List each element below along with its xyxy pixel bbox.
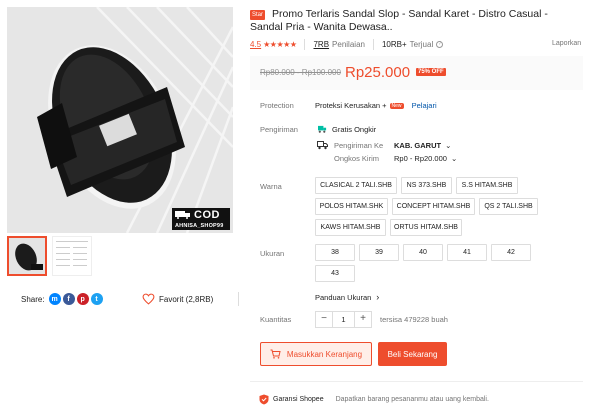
facebook-icon[interactable]: f — [62, 293, 75, 305]
chevron-down-icon: ⌄ — [450, 154, 458, 163]
rating-stars-icon: ★★★★★ — [263, 39, 297, 49]
buy-now-button[interactable]: Beli Sekarang — [378, 342, 447, 366]
new-tag: New — [389, 103, 404, 110]
price-box: Rp80.000 - Rp100.000 Rp25.000 75% OFF — [250, 56, 583, 90]
color-option[interactable]: NS 373.SHB — [401, 177, 452, 194]
truck-icon — [317, 141, 328, 150]
quantity-label: Kuantitas — [260, 315, 292, 324]
favorite-button[interactable]: Favorit (2,8RB) — [142, 292, 213, 306]
ship-to-label: Pengiriman Ke — [334, 141, 384, 150]
stock-text: tersisa 479228 buah — [380, 315, 448, 324]
cod-badge: COD AHNISA_SHOP99 — [172, 208, 230, 230]
color-option[interactable]: KAWS HITAM.SHB — [315, 219, 386, 236]
color-option[interactable]: CLASICAL 2 TALI.SHB — [315, 177, 397, 194]
info-icon[interactable]: ? — [436, 40, 444, 48]
color-option[interactable]: POLOS HITAM.SHK — [315, 198, 388, 215]
size-option[interactable]: 43 — [315, 265, 355, 282]
color-label: Warna — [260, 182, 282, 191]
cart-icon — [270, 349, 281, 359]
size-option[interactable]: 42 — [491, 244, 531, 261]
size-option[interactable]: 41 — [447, 244, 487, 261]
free-shipping-row: Gratis Ongkir — [318, 125, 376, 134]
increase-button[interactable]: + — [355, 312, 371, 327]
ratings-label: Penilaian — [332, 39, 365, 49]
size-option[interactable]: 38 — [315, 244, 355, 261]
favorite-label: Favorit (2,8RB) — [159, 294, 214, 304]
star-seller-badge: Star — [250, 10, 266, 20]
shipping-cost-label: Ongkos Kirim — [334, 154, 380, 163]
color-option[interactable]: QS 2 TALI.SHB — [479, 198, 538, 215]
share-divider — [238, 292, 239, 306]
messenger-icon[interactable]: m — [48, 293, 61, 305]
quantity-input[interactable]: 1 — [332, 312, 355, 327]
discount-badge: 75% OFF — [416, 68, 446, 76]
buy-now-label: Beli Sekarang — [387, 349, 438, 359]
protection-label: Protection — [260, 101, 294, 110]
product-main-image[interactable]: COD AHNISA_SHOP99 — [7, 7, 233, 233]
original-price: Rp80.000 - Rp100.000 — [260, 68, 341, 77]
add-to-cart-button[interactable]: Masukkan Keranjang — [260, 342, 372, 366]
product-title: Promo Terlaris Sandal Slop - Sandal Kare… — [250, 8, 548, 33]
heart-icon — [142, 293, 155, 305]
sandal-photo — [7, 7, 233, 233]
size-guide-label: Panduan Ukuran — [315, 292, 372, 302]
ship-to-dropdown[interactable]: KAB. GARUT ⌄ — [394, 141, 451, 150]
rating-row: 4.5 ★★★★★ 7RB Penilaian 10RB+ Terjual ? — [250, 38, 444, 50]
report-link[interactable]: Laporkan — [552, 40, 581, 47]
ship-to-value: KAB. GARUT — [394, 141, 442, 150]
thumbnail-1[interactable] — [7, 236, 47, 276]
share-label: Share: — [21, 294, 45, 304]
color-option[interactable]: S.S HITAM.SHB — [456, 177, 518, 194]
sold-separator — [372, 38, 374, 50]
quantity-stepper: − 1 + — [315, 311, 372, 328]
shipping-label: Pengiriman — [260, 125, 298, 134]
pinterest-icon[interactable]: p — [76, 293, 89, 305]
size-guide-link[interactable]: Panduan Ukuran › — [315, 292, 379, 302]
color-option[interactable]: CONCEPT HITAM.SHB — [392, 198, 475, 215]
shipping-cost-value: Rp0 - Rp20.000 — [394, 154, 447, 163]
rating-value[interactable]: 4.5 — [250, 40, 261, 49]
cod-label: COD — [194, 209, 220, 221]
divider — [250, 381, 583, 382]
shop-watermark: AHNISA_SHOP99 — [175, 223, 224, 229]
color-option[interactable]: ORTUS HITAM.SHB — [390, 219, 462, 236]
free-shipping-icon — [318, 125, 327, 133]
sold-count: 10RB+ — [381, 39, 407, 49]
learn-more-link[interactable]: Pelajari — [412, 101, 437, 110]
thumbnail-2[interactable] — [52, 236, 92, 276]
ratings-count[interactable]: 7RB — [313, 40, 329, 49]
guarantee-text: Dapatkan barang pesananmu atau uang kemb… — [335, 396, 489, 403]
size-label: Ukuran — [260, 249, 285, 258]
shipping-cost-dropdown[interactable]: Rp0 - Rp20.000 ⌄ — [394, 154, 457, 163]
size-option[interactable]: 40 — [403, 244, 443, 261]
protection-value: Proteksi Kerusakan + — [315, 101, 387, 110]
guarantee-label: Garansi Shopee — [273, 396, 324, 403]
guarantee-row: Garansi Shopee Dapatkan barang pesananmu… — [259, 394, 489, 405]
share-row: Share: m f p t — [21, 292, 105, 306]
thumbnail-sandal-image — [9, 238, 45, 274]
decrease-button[interactable]: − — [316, 312, 332, 327]
add-to-cart-label: Masukkan Keranjang — [286, 349, 363, 359]
chevron-right-icon: › — [376, 292, 380, 302]
size-option[interactable]: 39 — [359, 244, 399, 261]
current-price: Rp25.000 — [345, 64, 411, 81]
thumbnail-size-chart-image — [53, 237, 91, 275]
sold-label: Terjual — [409, 39, 434, 49]
chevron-down-icon: ⌄ — [445, 141, 452, 150]
twitter-icon[interactable]: t — [90, 293, 103, 305]
truck-icon — [175, 211, 190, 219]
free-shipping-text: Gratis Ongkir — [332, 125, 377, 134]
protection-row: Proteksi Kerusakan + New Pelajari — [315, 101, 437, 110]
shield-icon — [259, 394, 269, 405]
rating-separator — [304, 38, 306, 50]
